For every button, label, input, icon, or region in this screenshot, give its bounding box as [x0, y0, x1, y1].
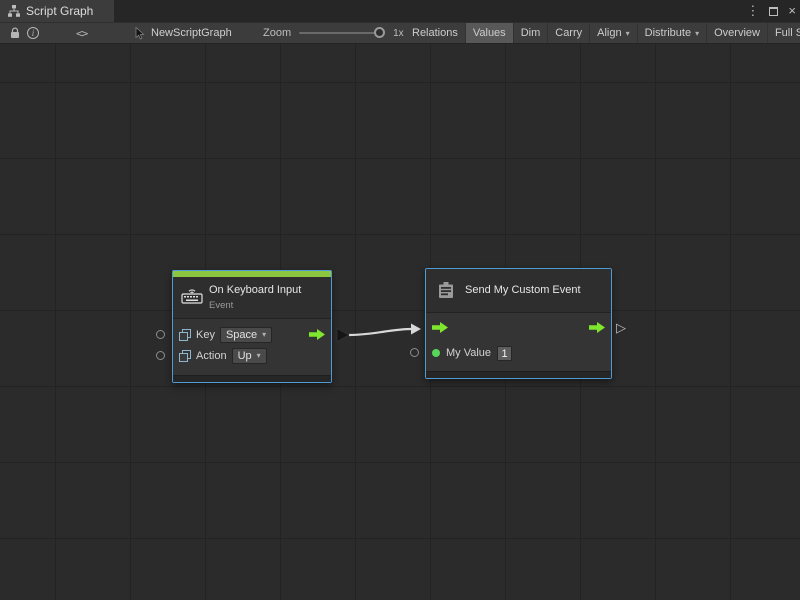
zoom-slider-knob[interactable]: [374, 27, 385, 38]
graph-toolbar: i <> NewScriptGraph Zoom 1x Relations Va…: [0, 22, 800, 44]
tab-title: Script Graph: [26, 4, 93, 18]
graph-tab-icon: [8, 5, 20, 17]
maximize-icon[interactable]: [769, 7, 778, 16]
code-view-icon[interactable]: <>: [76, 27, 87, 40]
dim-button[interactable]: Dim: [513, 23, 548, 43]
align-button[interactable]: Align ▾: [589, 23, 636, 43]
node-header[interactable]: Send My Custom Event: [426, 269, 611, 313]
connection-wire[interactable]: [349, 329, 412, 335]
key-dropdown[interactable]: Space ▾: [220, 327, 272, 343]
chevron-down-icon: ▾: [257, 351, 261, 360]
custom-event-icon: [436, 281, 456, 301]
distribute-button[interactable]: Distribute ▾: [637, 23, 706, 43]
chevron-down-icon: ▾: [262, 330, 266, 339]
flow-input-port[interactable]: [432, 322, 448, 333]
close-icon[interactable]: ×: [788, 0, 796, 22]
object-icon: [179, 329, 191, 341]
chevron-down-icon: ▾: [695, 29, 699, 38]
window-tab-bar: Script Graph ⋮ ×: [0, 0, 800, 22]
tab-script-graph[interactable]: Script Graph: [0, 0, 114, 22]
graph-name-label[interactable]: NewScriptGraph: [151, 27, 232, 39]
unconnected-port-my-value[interactable]: [410, 348, 419, 357]
node-footer: [426, 371, 611, 378]
graph-pointer-icon: [134, 27, 146, 40]
carry-button[interactable]: Carry: [547, 23, 589, 43]
flow-output-port[interactable]: [589, 322, 605, 333]
node-body: Key Space ▾ Action: [173, 319, 331, 366]
port-label: My Value: [446, 347, 491, 359]
toolbar-buttons: Relations Values Dim Carry Align ▾ Distr…: [405, 23, 800, 43]
flow-output-port[interactable]: [309, 329, 325, 340]
action-dropdown[interactable]: Up ▾: [232, 348, 267, 364]
keyboard-icon: [181, 287, 203, 309]
overview-button[interactable]: Overview: [706, 23, 767, 43]
relations-button[interactable]: Relations: [405, 23, 465, 43]
info-icon[interactable]: i: [24, 23, 42, 43]
port-label: Key: [196, 329, 215, 341]
lock-icon[interactable]: [6, 23, 24, 43]
window-controls: ⋮ ×: [746, 0, 796, 22]
node-send-my-custom-event[interactable]: Send My Custom Event My Value 1: [425, 268, 612, 379]
wire-arrowhead-icon: [411, 324, 421, 335]
node-on-keyboard-input[interactable]: On Keyboard Input Event Key Space ▾: [172, 270, 332, 383]
graph-canvas[interactable]: On Keyboard Input Event Key Space ▾: [0, 44, 800, 600]
kebab-menu-icon[interactable]: ⋮: [746, 0, 759, 22]
node-header[interactable]: On Keyboard Input Event: [173, 277, 331, 319]
zoom-slider[interactable]: [299, 32, 383, 34]
wire-layer: [0, 44, 800, 600]
zoom-label: Zoom: [263, 27, 291, 39]
value-port-icon[interactable]: [432, 349, 440, 357]
value-input-field[interactable]: 1: [497, 346, 512, 361]
value-port-row: My Value 1: [426, 341, 611, 365]
unconnected-port-action[interactable]: [156, 351, 165, 360]
flow-row: [426, 313, 611, 341]
object-icon: [179, 350, 191, 362]
port-row-action: Action Up ▾: [173, 345, 331, 366]
chevron-down-icon: ▾: [626, 29, 630, 38]
node-title: Send My Custom Event: [465, 284, 581, 297]
node-subtitle: Event: [209, 300, 323, 311]
fullscreen-button[interactable]: Full S: [767, 23, 800, 43]
port-row-key: Key Space ▾: [173, 324, 331, 345]
unconnected-port-key[interactable]: [156, 330, 165, 339]
wire-source-triangle: [337, 329, 349, 342]
zoom-value: 1x: [393, 28, 404, 39]
port-label: Action: [196, 350, 227, 362]
values-button[interactable]: Values: [465, 23, 513, 43]
node-title: On Keyboard Input: [209, 284, 323, 297]
node-footer: [173, 375, 331, 382]
flow-continue-triangle-icon[interactable]: ▷: [616, 321, 626, 334]
